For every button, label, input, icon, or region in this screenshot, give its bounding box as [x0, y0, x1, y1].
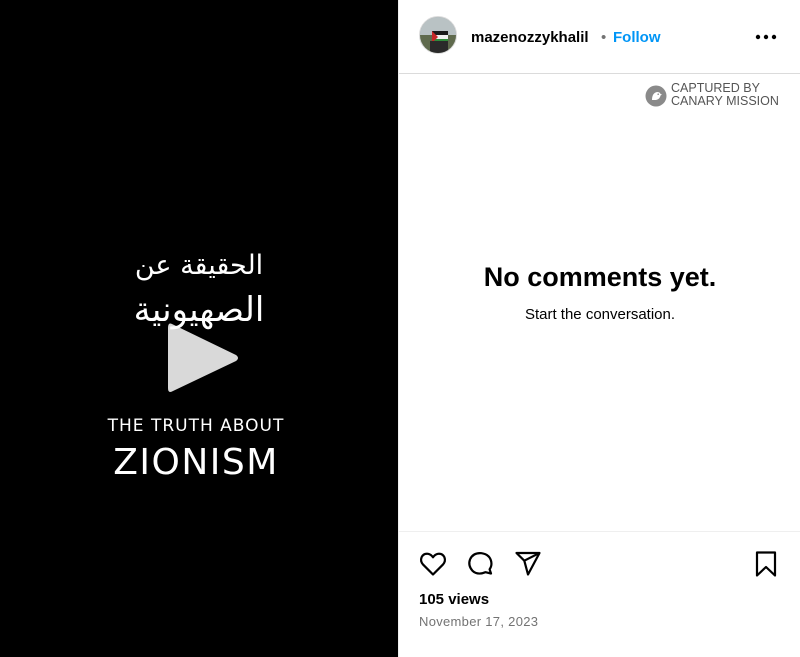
watermark-line2: CANARY MISSION [671, 94, 779, 108]
video-title-line1: THE TRUTH ABOUT [107, 416, 285, 436]
empty-comments-title: No comments yet. [483, 262, 717, 292]
post-header: mazenozzykhalil • Follow [399, 0, 800, 74]
username-link[interactable]: mazenozzykhalil [471, 29, 589, 46]
canary-bird-icon [645, 85, 667, 107]
play-icon[interactable] [164, 318, 244, 398]
video-player[interactable]: الحقيقة عن الصهيونية THE TRUTH ABOUT ZIO… [0, 0, 398, 657]
canary-mission-watermark: CAPTURED BY CANARY MISSION [645, 82, 795, 112]
comment-icon[interactable] [465, 549, 495, 579]
more-horizontal-icon[interactable] [751, 24, 781, 50]
separator-dot: • [601, 29, 607, 46]
video-title-line2: ZIONISM [113, 442, 279, 483]
post-side-panel: mazenozzykhalil • Follow CAPTURED BY CAN… [398, 0, 800, 657]
follow-button[interactable]: Follow [613, 29, 661, 46]
post-date[interactable]: November 17, 2023 [419, 614, 538, 629]
watermark-text: CAPTURED BY CANARY MISSION [671, 82, 779, 108]
avatar[interactable] [419, 16, 457, 54]
share-icon[interactable] [513, 549, 543, 579]
heart-icon[interactable] [418, 549, 448, 579]
empty-comments-subtitle: Start the conversation. [524, 306, 676, 323]
post-actions-footer: 105 views November 17, 2023 [399, 531, 800, 657]
views-count[interactable]: 105 views [419, 591, 489, 608]
video-arabic-title-line1: الحقيقة عن [134, 250, 264, 281]
bookmark-icon[interactable] [751, 549, 781, 579]
